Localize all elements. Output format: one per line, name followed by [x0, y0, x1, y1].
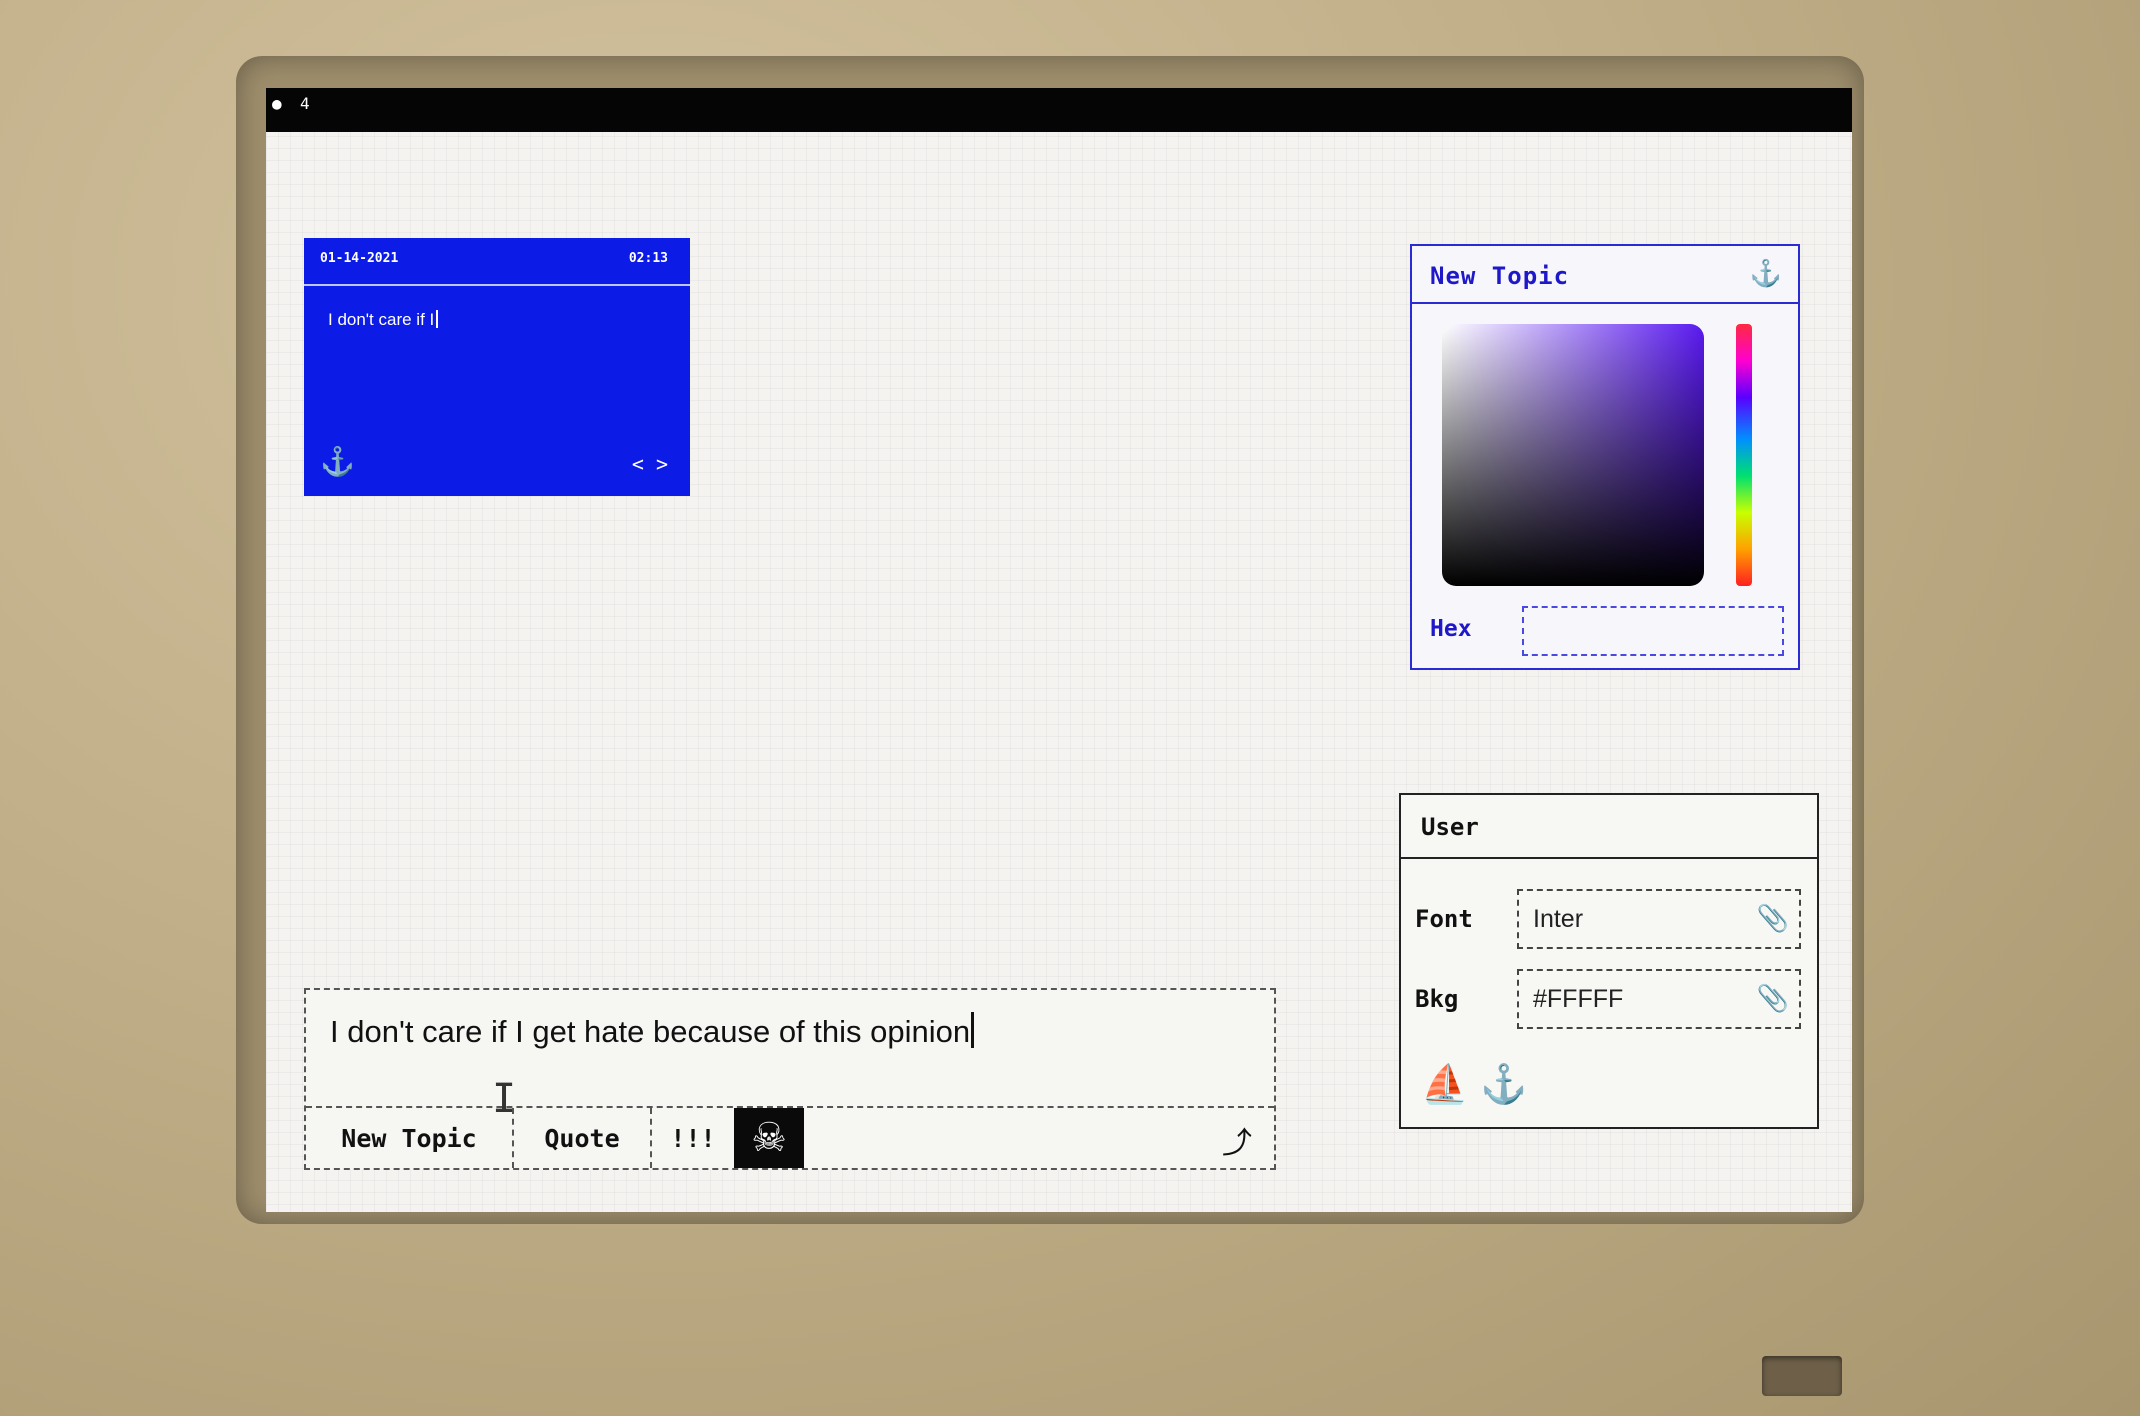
note-time: 02:13: [628, 251, 668, 266]
anchor-icon[interactable]: ⚓: [320, 448, 355, 476]
text-cursor: [971, 1012, 975, 1048]
anchor-icon[interactable]: ⚓: [1750, 258, 1782, 288]
anchor-icon[interactable]: ⚓: [1480, 1064, 1527, 1106]
panel-title: User: [1421, 813, 1479, 841]
panel-title-bar: User: [1401, 795, 1817, 859]
ibeam-cursor-icon: I: [492, 1076, 517, 1122]
saturation-value-picker[interactable]: [1442, 324, 1704, 586]
quote-button[interactable]: Quote: [514, 1108, 652, 1168]
emphasis-button[interactable]: !!!: [652, 1108, 734, 1168]
panel-title: New Topic: [1430, 262, 1570, 290]
note-text: I don't care if I: [328, 310, 435, 329]
font-value: Inter: [1533, 905, 1584, 933]
composer-text: I don't care if I get hate because of th…: [330, 1014, 971, 1049]
background-label: Bkg: [1415, 985, 1459, 1013]
user-settings-panel: User Font Inter 📎 Bkg #FFFFF 📎 ⛵ ⚓: [1399, 793, 1819, 1129]
skull-icon[interactable]: ☠: [734, 1108, 804, 1168]
monitor-slot: [1762, 1356, 1842, 1396]
note-date: 01-14-2021: [320, 251, 399, 266]
code-icon[interactable]: < >: [632, 452, 668, 476]
hue-slider[interactable]: [1736, 324, 1752, 586]
apple-menu-icon[interactable]: ●: [272, 94, 282, 113]
menu-item[interactable]: 4: [300, 94, 310, 113]
text-cursor: [436, 310, 439, 328]
note-card[interactable]: 01-14-2021 02:13 I don't care if I ⚓ < >: [304, 238, 690, 496]
menu-bar: ● 4: [266, 88, 1852, 132]
background-value: #FFFFF: [1533, 985, 1624, 1013]
paperclip-icon[interactable]: 📎: [1757, 901, 1789, 935]
boat-icon[interactable]: ⛵: [1421, 1064, 1468, 1106]
background-field[interactable]: #FFFFF 📎: [1517, 969, 1801, 1029]
new-topic-button[interactable]: New Topic: [306, 1108, 514, 1168]
color-picker-panel: New Topic ⚓ Hex: [1410, 244, 1800, 670]
share-icon[interactable]: ⤴: [1222, 1118, 1252, 1162]
paperclip-icon[interactable]: 📎: [1757, 981, 1789, 1015]
user-actions: ⛵ ⚓: [1421, 1065, 1540, 1105]
font-label: Font: [1415, 905, 1473, 933]
hex-input[interactable]: [1522, 606, 1784, 656]
hex-label: Hex: [1430, 616, 1472, 642]
note-body: I don't care if I: [328, 310, 439, 330]
panel-title-bar: New Topic ⚓: [1412, 246, 1798, 304]
post-composer[interactable]: I don't care if I get hate because of th…: [304, 988, 1276, 1170]
screen: ● 4 01-14-2021 02:13 I don't care if I ⚓…: [266, 88, 1852, 1212]
font-field[interactable]: Inter 📎: [1517, 889, 1801, 949]
note-header: 01-14-2021 02:13: [304, 238, 690, 286]
composer-input[interactable]: I don't care if I get hate because of th…: [330, 1012, 975, 1050]
